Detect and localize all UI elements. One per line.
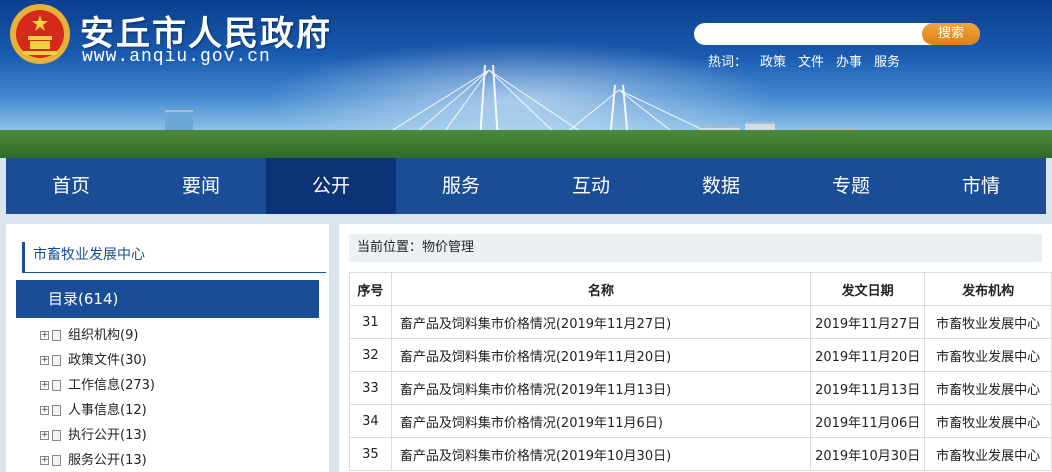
tree-item-work-info[interactable]: + 工作信息(273): [40, 375, 155, 397]
document-table: 序号 名称 发文日期 发布机构 31 畜产品及饲料集市价格情况(2019年11月…: [349, 272, 1052, 471]
expand-icon[interactable]: +: [40, 431, 49, 440]
cell-date: 2019年11月13日: [810, 371, 926, 405]
cell-title-link[interactable]: 畜产品及饲料集市价格情况(2019年11月6日): [390, 404, 812, 438]
tree-item-execution-public[interactable]: + 执行公开(13): [40, 425, 147, 447]
tree-item-label: 政策文件(30): [68, 353, 147, 368]
expand-icon[interactable]: +: [40, 381, 49, 390]
column-header-index: 序号: [349, 272, 392, 306]
tree-item-label: 组织机构(9): [68, 328, 139, 343]
catalog-header[interactable]: 目录(614): [16, 280, 319, 318]
cell-title-link[interactable]: 畜产品及饲料集市价格情况(2019年10月30日): [390, 437, 812, 471]
expand-icon[interactable]: +: [40, 331, 49, 340]
column-header-name: 名称: [390, 272, 812, 306]
table-row[interactable]: 35 畜产品及饲料集市价格情况(2019年10月30日) 2019年10月30日…: [349, 437, 1052, 471]
document-icon: [52, 405, 61, 416]
tree-item-service-public[interactable]: + 服务公开(13): [40, 450, 147, 472]
tree-item-policy-documents[interactable]: + 政策文件(30): [40, 350, 147, 372]
tree-item-label: 工作信息(273): [68, 378, 155, 393]
cell-publisher: 市畜牧业发展中心: [924, 338, 1052, 372]
cell-date: 2019年11月27日: [810, 305, 926, 339]
cell-index: 31: [349, 305, 392, 339]
nav-item-data[interactable]: 数据: [656, 158, 786, 214]
search-button[interactable]: 搜索: [922, 23, 980, 45]
tree-item-label: 执行公开(13): [68, 428, 147, 443]
table-header-row: 序号 名称 发文日期 发布机构: [349, 272, 1052, 306]
tree-item-personnel-info[interactable]: + 人事信息(12): [40, 400, 147, 422]
search-input[interactable]: [704, 25, 914, 43]
cell-title-link[interactable]: 畜产品及饲料集市价格情况(2019年11月13日): [390, 371, 812, 405]
cell-date: 2019年11月06日: [810, 404, 926, 438]
sidebar-title: 市畜牧业发展中心: [22, 242, 326, 273]
national-emblem-icon: [10, 4, 70, 64]
nav-item-home[interactable]: 首页: [6, 158, 136, 214]
cell-index: 35: [349, 437, 392, 471]
tree-item-organization[interactable]: + 组织机构(9): [40, 325, 138, 347]
cell-index: 32: [349, 338, 392, 372]
hot-link-file[interactable]: 文件: [798, 51, 824, 70]
table-row[interactable]: 31 畜产品及饲料集市价格情况(2019年11月27日) 2019年11月27日…: [349, 305, 1052, 339]
column-header-publisher: 发布机构: [924, 272, 1052, 306]
sidebar: 市畜牧业发展中心 目录(614) + 组织机构(9) + 政策文件(30) + 工作信…: [6, 224, 329, 472]
table-row[interactable]: 34 畜产品及饲料集市价格情况(2019年11月6日) 2019年11月06日 …: [349, 404, 1052, 438]
tree-item-label: 服务公开(13): [68, 453, 147, 468]
cell-publisher: 市畜牧业发展中心: [924, 437, 1052, 471]
cell-date: 2019年11月20日: [810, 338, 926, 372]
document-icon: [52, 455, 61, 466]
cell-date: 2019年10月30日: [810, 437, 926, 471]
cell-publisher: 市畜牧业发展中心: [924, 371, 1052, 405]
hot-link-service[interactable]: 服务: [874, 51, 900, 70]
main-content: 当前位置：物价管理 序号 名称 发文日期 发布机构 31 畜产品及饲料集市价格情…: [339, 224, 1052, 472]
cell-title-link[interactable]: 畜产品及饲料集市价格情况(2019年11月20日): [390, 338, 812, 372]
expand-icon[interactable]: +: [40, 406, 49, 415]
cell-index: 33: [349, 371, 392, 405]
expand-icon[interactable]: +: [40, 356, 49, 365]
site-url: www.anqiu.gov.cn: [82, 47, 271, 67]
cell-index: 34: [349, 404, 392, 438]
document-icon: [52, 430, 61, 441]
table-row[interactable]: 33 畜产品及饲料集市价格情况(2019年11月13日) 2019年11月13日…: [349, 371, 1052, 405]
tree-item-label: 人事信息(12): [68, 403, 147, 418]
hot-words-label: 热词：: [708, 55, 748, 70]
nav-item-interact[interactable]: 互动: [526, 158, 656, 214]
table-row[interactable]: 32 畜产品及饲料集市价格情况(2019年11月20日) 2019年11月20日…: [349, 338, 1052, 372]
cell-title-link[interactable]: 畜产品及饲料集市价格情况(2019年11月27日): [390, 305, 812, 339]
nav-item-services[interactable]: 服务: [396, 158, 526, 214]
column-header-date: 发文日期: [810, 272, 926, 306]
hot-link-affairs[interactable]: 办事: [836, 51, 862, 70]
document-icon: [52, 330, 61, 341]
nav-item-public[interactable]: 公开: [266, 158, 396, 214]
cell-publisher: 市畜牧业发展中心: [924, 404, 1052, 438]
main-nav: 首页 要闻 公开 服务 互动 数据 专题 市情: [6, 158, 1046, 214]
breadcrumb: 当前位置：物价管理: [349, 234, 1042, 262]
document-icon: [52, 380, 61, 391]
nav-item-city-info[interactable]: 市情: [916, 158, 1046, 214]
treeline: [0, 130, 1052, 158]
document-icon: [52, 355, 61, 366]
nav-item-news[interactable]: 要闻: [136, 158, 266, 214]
hot-link-policy[interactable]: 政策: [760, 51, 786, 70]
expand-icon[interactable]: +: [40, 456, 49, 465]
cell-publisher: 市畜牧业发展中心: [924, 305, 1052, 339]
nav-item-topics[interactable]: 专题: [786, 158, 916, 214]
